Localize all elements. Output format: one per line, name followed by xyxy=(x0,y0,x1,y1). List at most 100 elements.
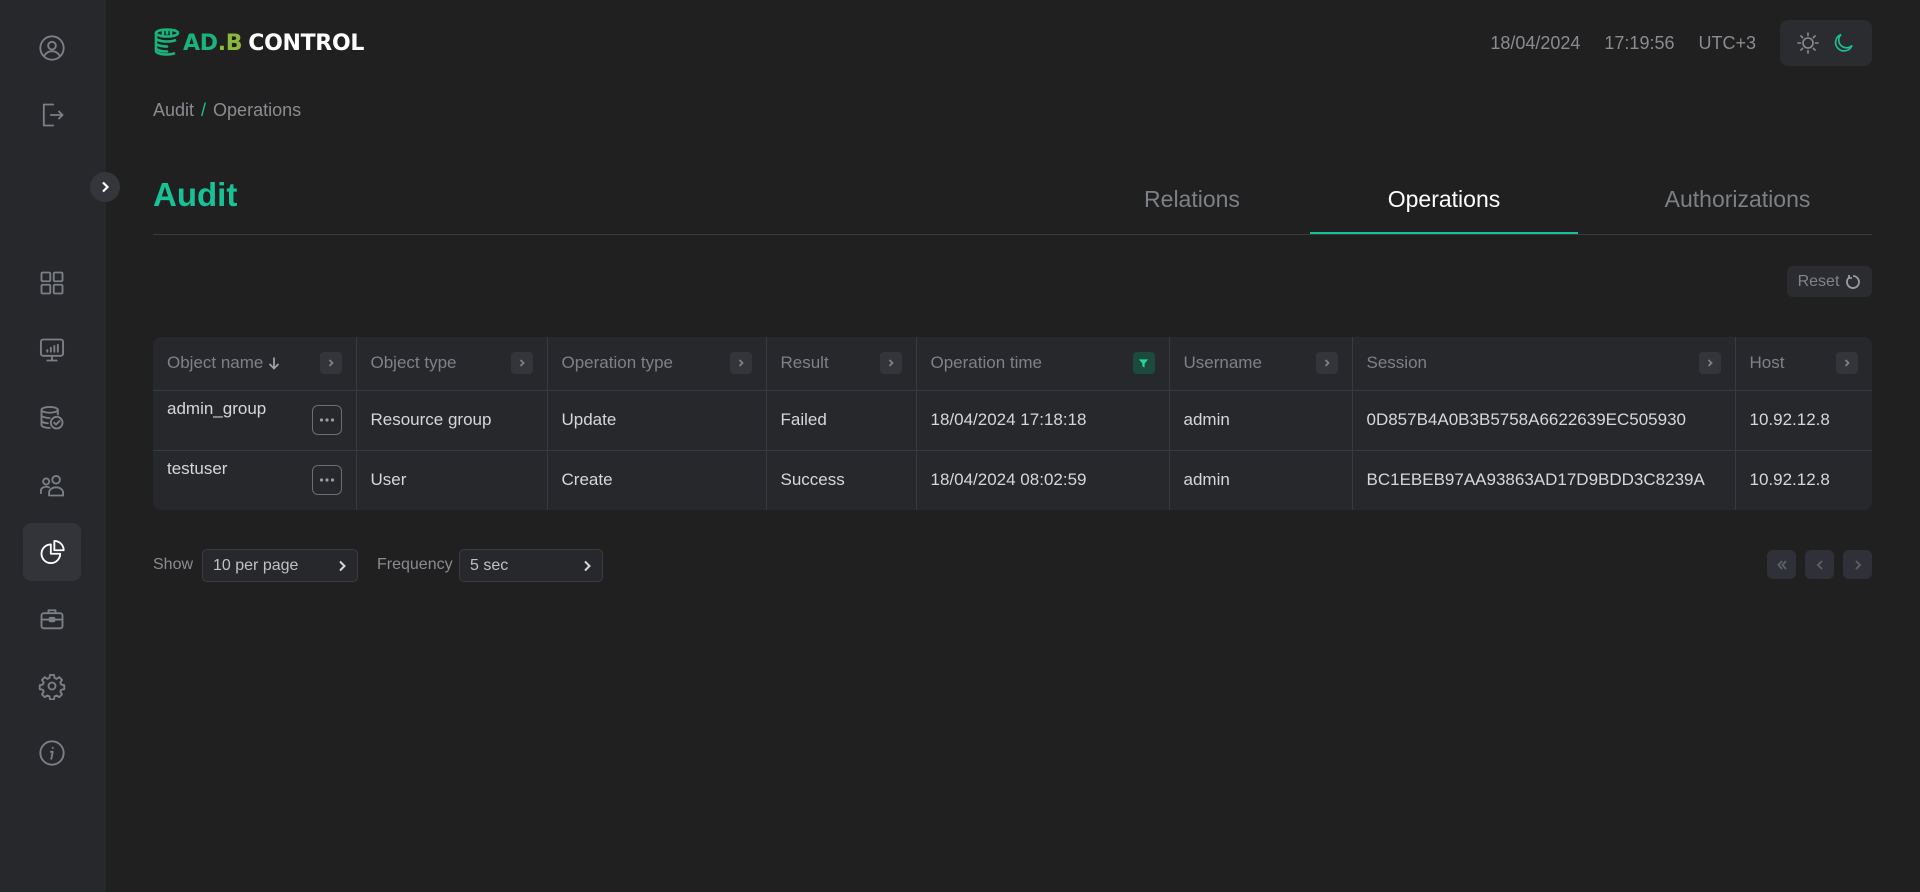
dark-theme-button[interactable] xyxy=(1826,25,1862,61)
gear-icon xyxy=(38,673,66,700)
column-expand-button[interactable] xyxy=(1836,352,1858,375)
cell-session: 0D857B4A0B3B5758A6622639EC505930 xyxy=(1352,390,1736,451)
logo-control: CONTROL xyxy=(248,30,365,56)
sidebar-expand-button[interactable] xyxy=(90,172,120,202)
sun-icon xyxy=(1797,32,1819,54)
column-header-session[interactable]: Session xyxy=(1352,337,1736,391)
object-name: testuser xyxy=(167,459,228,479)
pie-chart-icon xyxy=(40,539,65,565)
cell-operation-type: Create xyxy=(547,450,767,510)
page-size-select[interactable]: 10 per page xyxy=(202,549,358,582)
chevron-right-icon xyxy=(519,359,525,367)
next-page-button[interactable] xyxy=(1843,550,1872,579)
cell-object-type: User xyxy=(356,450,548,510)
monitor-chart-icon xyxy=(39,338,65,362)
header-status: 18/04/2024 17:19:56 UTC+3 xyxy=(1490,20,1872,66)
sidebar xyxy=(0,0,106,892)
chevron-right-icon xyxy=(1707,359,1713,367)
frequency-value: 5 sec xyxy=(470,556,509,574)
column-header-operation-time[interactable]: Operation time xyxy=(916,337,1170,391)
table-header-row: Object name Object type Operation type R… xyxy=(153,337,1872,391)
chevron-right-icon xyxy=(339,560,346,571)
frequency-label: Frequency xyxy=(377,556,453,573)
briefcase-icon xyxy=(40,609,64,630)
logo-text: AD.B CONTROL xyxy=(183,31,364,56)
tabs-divider xyxy=(153,234,1872,235)
chevron-right-icon xyxy=(584,560,591,571)
table-row[interactable]: admin_group Resource group Update Failed… xyxy=(153,390,1872,451)
grid-icon xyxy=(40,271,64,295)
chevron-right-icon xyxy=(738,359,744,367)
page-size-value: 10 per page xyxy=(213,556,299,574)
profile-button[interactable] xyxy=(23,19,81,77)
reset-button[interactable]: Reset xyxy=(1787,266,1872,297)
column-header-operation-type[interactable]: Operation type xyxy=(547,337,767,391)
sidebar-item-settings[interactable] xyxy=(23,657,81,715)
reset-icon xyxy=(1846,274,1861,289)
cell-operation-time: 18/04/2024 17:18:18 xyxy=(916,390,1170,451)
column-label: Operation time xyxy=(930,353,1043,373)
column-expand-button[interactable] xyxy=(319,352,342,375)
column-header-object-name[interactable]: Object name xyxy=(153,337,357,391)
column-label: Host xyxy=(1749,353,1785,373)
cell-result: Success xyxy=(766,450,917,510)
column-header-username[interactable]: Username xyxy=(1169,337,1353,391)
cell-object-type: Resource group xyxy=(356,390,548,451)
chevron-right-icon xyxy=(888,359,894,367)
column-expand-button[interactable] xyxy=(879,352,902,375)
light-theme-button[interactable] xyxy=(1790,25,1826,61)
breadcrumb: Audit / Operations xyxy=(153,100,301,121)
previous-page-button[interactable] xyxy=(1805,550,1834,579)
chevron-left-icon xyxy=(1816,559,1823,570)
row-actions-button[interactable] xyxy=(311,405,342,435)
column-label: Username xyxy=(1183,353,1262,373)
chevron-right-icon xyxy=(102,181,110,193)
database-check-icon xyxy=(40,405,64,430)
sidebar-item-jobs[interactable] xyxy=(23,590,81,648)
column-header-host[interactable]: Host xyxy=(1735,337,1872,391)
column-expand-button[interactable] xyxy=(1698,352,1721,375)
current-time: 17:19:56 xyxy=(1604,32,1675,53)
chevron-right-icon xyxy=(1854,559,1861,570)
sidebar-item-databases[interactable] xyxy=(23,389,81,447)
user-circle-icon xyxy=(39,35,65,61)
info-icon xyxy=(39,740,65,766)
table-row[interactable]: testuser User Create Success 18/04/2024 … xyxy=(153,450,1872,510)
first-page-button[interactable] xyxy=(1767,550,1796,579)
logo-ad: AD xyxy=(183,30,218,56)
column-label: Result xyxy=(780,353,829,373)
tab-authorizations[interactable]: Authorizations xyxy=(1600,186,1875,235)
sidebar-item-info[interactable] xyxy=(23,724,81,782)
breadcrumb-audit[interactable]: Audit xyxy=(153,100,194,121)
tab-operations[interactable]: Operations xyxy=(1310,186,1578,235)
column-filter-button[interactable] xyxy=(1132,352,1155,375)
sort-desc-icon[interactable] xyxy=(267,353,281,373)
tab-relations[interactable]: Relations xyxy=(1080,186,1304,235)
frequency-select[interactable]: 5 sec xyxy=(459,549,603,582)
column-expand-button[interactable] xyxy=(729,352,752,375)
column-expand-button[interactable] xyxy=(1315,352,1338,375)
sidebar-item-dashboard[interactable] xyxy=(23,254,81,312)
logo-dot: . xyxy=(217,30,226,56)
cell-host: 10.92.12.8 xyxy=(1749,470,1830,490)
reset-label: Reset xyxy=(1797,272,1840,290)
chevron-right-icon xyxy=(1324,359,1330,367)
column-header-object-type[interactable]: Object type xyxy=(356,337,548,391)
moon-icon xyxy=(1834,33,1853,52)
column-header-result[interactable]: Result xyxy=(766,337,917,391)
cell-username: admin xyxy=(1169,390,1353,451)
cell-operation-time: 18/04/2024 08:02:59 xyxy=(916,450,1170,510)
sidebar-item-audit[interactable] xyxy=(23,523,81,581)
logout-button[interactable] xyxy=(23,86,81,144)
cell-object-name: testuser xyxy=(153,450,357,510)
sidebar-item-monitoring[interactable] xyxy=(23,321,81,379)
row-actions-button[interactable] xyxy=(311,465,342,496)
logo-b: B xyxy=(225,30,243,56)
column-expand-button[interactable] xyxy=(510,352,533,375)
app-logo[interactable]: AD.B CONTROL xyxy=(153,24,364,62)
breadcrumb-separator: / xyxy=(201,100,207,120)
filter-icon xyxy=(1138,359,1149,368)
column-label: Object name xyxy=(167,353,264,373)
current-date: 18/04/2024 xyxy=(1490,32,1581,53)
sidebar-item-users[interactable] xyxy=(23,456,81,514)
